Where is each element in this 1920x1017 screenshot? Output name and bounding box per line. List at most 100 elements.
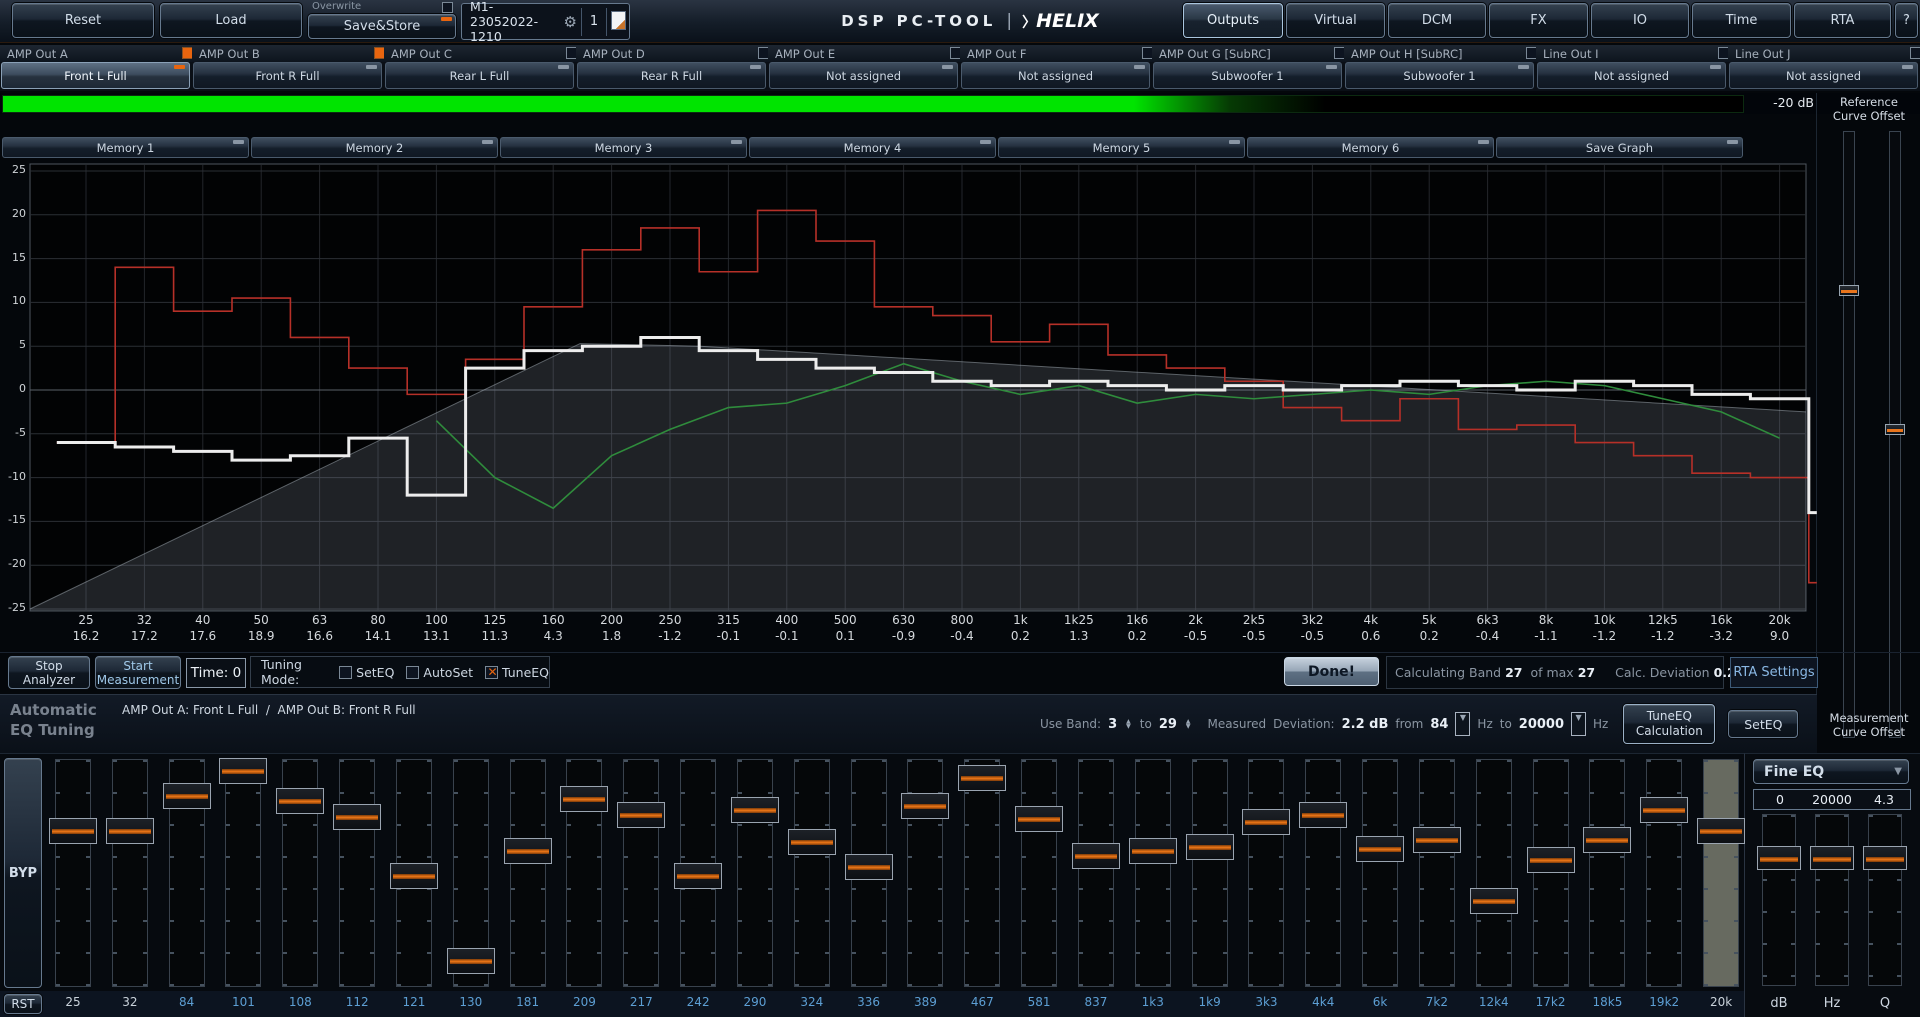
memory-button-1[interactable]: Memory 1 bbox=[2, 137, 249, 158]
tuning-mode-checkbox-tuneeq[interactable] bbox=[485, 666, 498, 679]
eq-band-handle-130[interactable] bbox=[447, 948, 495, 974]
band-from-value[interactable]: 3 bbox=[1108, 717, 1117, 732]
tuning-mode-seteq[interactable]: SetEQ bbox=[339, 665, 394, 680]
tuning-mode-checkbox-seteq[interactable] bbox=[339, 666, 352, 679]
channel-tab-j[interactable]: Not assigned bbox=[1729, 62, 1918, 89]
stop-analyzer-button[interactable]: StopAnalyzer bbox=[8, 656, 90, 689]
fine-eq-dropdown[interactable]: Fine EQ ▼ bbox=[1753, 759, 1909, 784]
fine-eq-slider-q[interactable] bbox=[1868, 814, 1902, 986]
eq-band-handle-181[interactable] bbox=[504, 838, 552, 864]
preset-name-field[interactable]: M1-23052022-1210 bbox=[462, 0, 560, 44]
nav-button-virtual[interactable]: Virtual bbox=[1286, 3, 1385, 38]
eq-band-slider-130[interactable] bbox=[453, 759, 489, 987]
eq-band-handle-324[interactable] bbox=[788, 829, 836, 855]
eq-band-slider-7k2[interactable] bbox=[1419, 759, 1455, 987]
eq-band-slider-12k4[interactable] bbox=[1476, 759, 1512, 987]
channel-tab-a[interactable]: Front L Full bbox=[1, 62, 190, 89]
channel-tab-e[interactable]: Not assigned bbox=[769, 62, 958, 89]
load-button[interactable]: Load bbox=[160, 3, 302, 38]
band-from-spinner[interactable]: ▲▼ bbox=[1126, 719, 1131, 729]
eq-band-slider-19k2[interactable] bbox=[1646, 759, 1682, 987]
eq-band-handle-20k[interactable] bbox=[1697, 818, 1745, 844]
channel-tab-g[interactable]: Subwoofer 1 bbox=[1153, 62, 1342, 89]
preset-slot-number[interactable]: 1 bbox=[582, 14, 606, 29]
fine-eq-handle-q[interactable] bbox=[1863, 846, 1907, 870]
freq-to-dropdown[interactable]: ▼ bbox=[1571, 712, 1586, 736]
nav-button-fx[interactable]: FX bbox=[1489, 3, 1588, 38]
eq-band-slider-3k3[interactable] bbox=[1248, 759, 1284, 987]
fine-eq-slider-db[interactable] bbox=[1762, 814, 1796, 986]
eq-band-handle-121[interactable] bbox=[390, 863, 438, 889]
eq-band-slider-4k4[interactable] bbox=[1305, 759, 1341, 987]
memory-button-5[interactable]: Memory 5 bbox=[998, 137, 1245, 158]
eq-band-slider-209[interactable] bbox=[566, 759, 602, 987]
eq-band-slider-101[interactable] bbox=[225, 759, 261, 987]
reference-offset-slider[interactable] bbox=[1843, 131, 1855, 738]
done-button[interactable]: Done! bbox=[1284, 657, 1379, 686]
eq-band-handle-4k4[interactable] bbox=[1299, 802, 1347, 828]
fine-eq-slider-hz[interactable] bbox=[1815, 814, 1849, 986]
channel-tab-d[interactable]: Rear R Full bbox=[577, 62, 766, 89]
eq-band-slider-17k2[interactable] bbox=[1533, 759, 1569, 987]
eq-band-slider-18k5[interactable] bbox=[1589, 759, 1625, 987]
nav-button-outputs[interactable]: Outputs bbox=[1183, 3, 1283, 38]
eq-band-handle-336[interactable] bbox=[845, 854, 893, 880]
nav-button-dcm[interactable]: DCM bbox=[1388, 3, 1486, 38]
measurement-offset-slider[interactable] bbox=[1889, 131, 1901, 738]
eq-band-slider-581[interactable] bbox=[1021, 759, 1057, 987]
memory-button-6[interactable]: Memory 6 bbox=[1247, 137, 1494, 158]
fine-eq-handle-hz[interactable] bbox=[1810, 846, 1854, 870]
freq-from-dropdown[interactable]: ▼ bbox=[1455, 712, 1470, 736]
eq-band-handle-112[interactable] bbox=[333, 804, 381, 830]
eq-band-slider-1k3[interactable] bbox=[1135, 759, 1171, 987]
nav-button-io[interactable]: IO bbox=[1591, 3, 1689, 38]
seteq-button[interactable]: SetEQ bbox=[1728, 710, 1798, 738]
channel-tab-h[interactable]: Subwoofer 1 bbox=[1345, 62, 1534, 89]
tuning-mode-autoset[interactable]: AutoSet bbox=[406, 665, 473, 680]
band-to-spinner[interactable]: ▲▼ bbox=[1186, 719, 1191, 729]
channel-tab-c[interactable]: Rear L Full bbox=[385, 62, 574, 89]
eq-band-handle-3k3[interactable] bbox=[1242, 809, 1290, 835]
eq-band-slider-242[interactable] bbox=[680, 759, 716, 987]
eq-band-slider-217[interactable] bbox=[623, 759, 659, 987]
eq-band-slider-290[interactable] bbox=[737, 759, 773, 987]
eq-band-handle-7k2[interactable] bbox=[1413, 827, 1461, 853]
memory-button-save-graph[interactable]: Save Graph bbox=[1496, 137, 1743, 158]
eq-band-handle-837[interactable] bbox=[1072, 843, 1120, 869]
eq-band-handle-217[interactable] bbox=[617, 802, 665, 828]
eq-band-slider-121[interactable] bbox=[396, 759, 432, 987]
eq-band-slider-112[interactable] bbox=[339, 759, 375, 987]
eq-band-handle-32[interactable] bbox=[106, 818, 154, 844]
eq-band-slider-336[interactable] bbox=[851, 759, 887, 987]
rta-settings-button[interactable]: RTA Settings bbox=[1730, 657, 1818, 688]
tuneeq-calculation-button[interactable]: TuneEQCalculation bbox=[1623, 704, 1715, 744]
fine-eq-handle-db[interactable] bbox=[1757, 846, 1801, 870]
memory-button-2[interactable]: Memory 2 bbox=[251, 137, 498, 158]
eq-band-slider-389[interactable] bbox=[907, 759, 943, 987]
eq-band-slider-32[interactable] bbox=[112, 759, 148, 987]
measurement-offset-handle[interactable] bbox=[1885, 424, 1905, 435]
nav-button-[interactable]: ? bbox=[1895, 3, 1918, 38]
eq-band-slider-84[interactable] bbox=[169, 759, 205, 987]
channel-tab-b[interactable]: Front R Full bbox=[193, 62, 382, 89]
eq-band-handle-1k9[interactable] bbox=[1186, 834, 1234, 860]
save-store-button[interactable]: Save&Store bbox=[308, 14, 456, 39]
nav-button-rta[interactable]: RTA bbox=[1794, 3, 1891, 38]
eq-band-handle-84[interactable] bbox=[163, 783, 211, 809]
eq-band-slider-324[interactable] bbox=[794, 759, 830, 987]
notepad-icon[interactable] bbox=[607, 11, 629, 33]
channel-checkbox-j[interactable] bbox=[1910, 47, 1920, 59]
eq-band-slider-108[interactable] bbox=[282, 759, 318, 987]
eq-band-handle-1k3[interactable] bbox=[1129, 838, 1177, 864]
eq-band-handle-290[interactable] bbox=[731, 797, 779, 823]
eq-band-handle-209[interactable] bbox=[560, 786, 608, 812]
eq-band-handle-389[interactable] bbox=[901, 793, 949, 819]
eq-band-handle-581[interactable] bbox=[1015, 806, 1063, 832]
fine-eq-value-q[interactable]: 4.3 bbox=[1858, 792, 1910, 807]
eq-band-handle-467[interactable] bbox=[958, 765, 1006, 791]
eq-band-slider-1k9[interactable] bbox=[1192, 759, 1228, 987]
reference-offset-handle[interactable] bbox=[1839, 285, 1859, 296]
band-to-value[interactable]: 29 bbox=[1159, 717, 1177, 732]
memory-button-3[interactable]: Memory 3 bbox=[500, 137, 747, 158]
eq-band-slider-25[interactable] bbox=[55, 759, 91, 987]
